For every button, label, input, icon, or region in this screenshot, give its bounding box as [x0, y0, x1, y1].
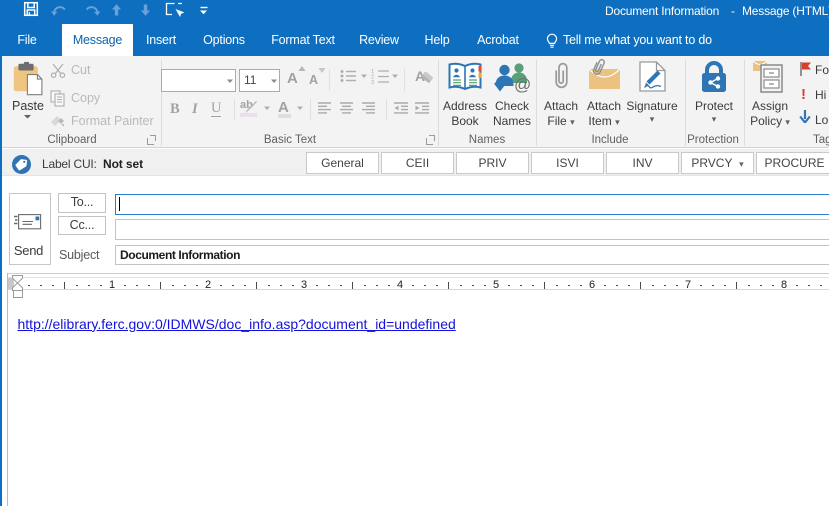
svg-text:@: @ [514, 75, 530, 93]
svg-text:3: 3 [371, 80, 374, 84]
